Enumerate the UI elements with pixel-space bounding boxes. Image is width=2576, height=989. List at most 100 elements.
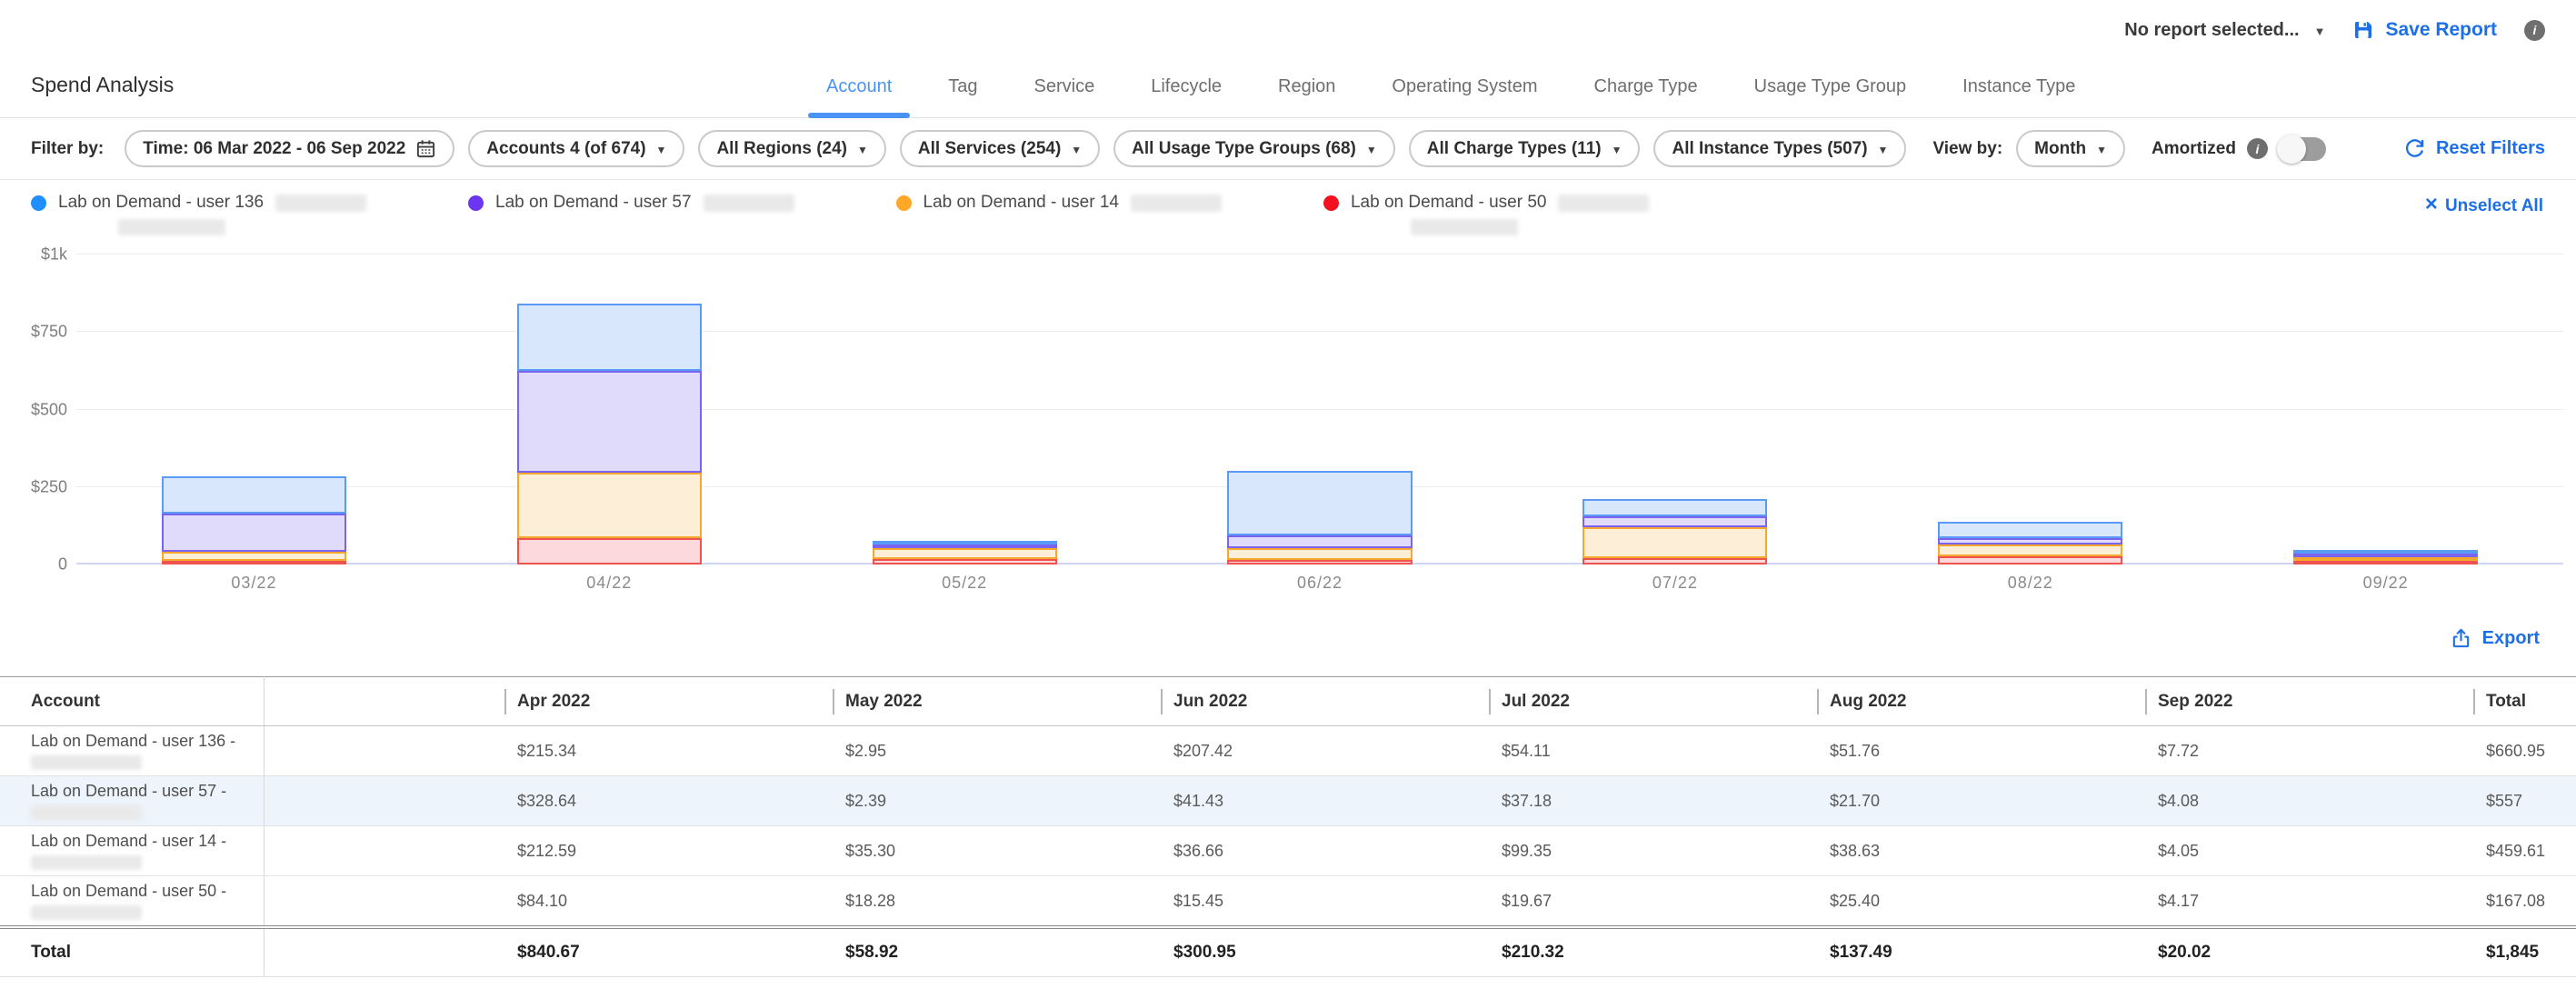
- bar-segment[interactable]: [1227, 548, 1412, 560]
- view-by-select[interactable]: Month: [2016, 130, 2125, 167]
- legend-toggle-user-57[interactable]: Lab on Demand - user 57: [468, 193, 794, 213]
- value-cell: $207.42: [1161, 726, 1489, 776]
- instance-types-filter-value: All Instance Types (507): [1672, 139, 1867, 159]
- table-row[interactable]: Lab on Demand - user 136 - $215.34 $2.95…: [0, 726, 2576, 776]
- bar-segment[interactable]: [162, 561, 346, 564]
- column-header-total[interactable]: Total: [2473, 677, 2576, 726]
- value-cell: $84.10: [504, 876, 833, 928]
- bar-segment[interactable]: [2293, 561, 2478, 564]
- bar-segment[interactable]: [517, 371, 702, 473]
- bar-segment[interactable]: [1227, 471, 1412, 535]
- total-value-cell: $660.95: [2473, 726, 2576, 776]
- unselect-all-button[interactable]: Unselect All: [2425, 196, 2543, 216]
- total-cell: $210.32: [1489, 927, 1817, 976]
- redacted-account-id: [1558, 195, 1649, 212]
- tab-operating-system[interactable]: Operating System: [1388, 76, 1541, 117]
- bar-segment[interactable]: [517, 538, 702, 564]
- bar-segment[interactable]: [1583, 516, 1767, 528]
- report-selector-dropdown[interactable]: No report selected...: [2124, 20, 2325, 41]
- tab-region[interactable]: Region: [1274, 76, 1339, 117]
- stacked-bar[interactable]: [1227, 471, 1412, 564]
- table-row[interactable]: Lab on Demand - user 14 - $212.59 $35.30…: [0, 826, 2576, 876]
- column-header-may[interactable]: May 2022: [833, 677, 1161, 726]
- column-header-apr[interactable]: Apr 2022: [504, 677, 833, 726]
- info-icon[interactable]: [2247, 138, 2268, 159]
- stacked-bar[interactable]: [1938, 522, 2122, 564]
- bar-segment[interactable]: [517, 304, 702, 370]
- tab-charge-type[interactable]: Charge Type: [1591, 76, 1702, 117]
- value-cell: $2.39: [833, 776, 1161, 826]
- bar-segment[interactable]: [162, 552, 346, 561]
- table-row[interactable]: Lab on Demand - user 50 - $84.10 $18.28 …: [0, 876, 2576, 928]
- tab-usage-type-group[interactable]: Usage Type Group: [1751, 76, 1911, 117]
- legend-label: Lab on Demand - user 57: [495, 193, 691, 213]
- tab-tag[interactable]: Tag: [944, 76, 981, 117]
- bar-segment[interactable]: [1227, 535, 1412, 548]
- bar-segment[interactable]: [1938, 556, 2122, 564]
- redacted-account-id: [31, 755, 142, 770]
- legend-toggle-user-50[interactable]: Lab on Demand - user 50: [1323, 193, 1649, 213]
- stacked-bar[interactable]: [162, 476, 346, 564]
- bar-segment[interactable]: [1938, 538, 2122, 544]
- save-report-label: Save Report: [2385, 19, 2497, 41]
- legend-row: Lab on Demand - user 136 Lab on Demand -…: [0, 180, 2576, 240]
- total-value-cell: $167.08: [2473, 876, 2576, 928]
- regions-filter[interactable]: All Regions (24): [698, 130, 885, 167]
- stacked-bar[interactable]: [2293, 550, 2478, 564]
- bar-segment[interactable]: [1938, 544, 2122, 556]
- stacked-bar[interactable]: [1583, 499, 1767, 564]
- time-range-filter[interactable]: Time: 06 Mar 2022 - 06 Sep 2022: [125, 130, 454, 167]
- export-label: Export: [2482, 628, 2540, 649]
- chevron-down-icon: [2314, 20, 2326, 41]
- legend-label: Lab on Demand - user 136: [58, 193, 264, 213]
- charge-types-filter[interactable]: All Charge Types (11): [1409, 130, 1641, 167]
- bar-column: [787, 255, 1143, 564]
- value-cell: $25.40: [1817, 876, 2145, 928]
- accounts-filter[interactable]: Accounts 4 (of 674): [468, 130, 684, 167]
- value-cell: $328.64: [504, 776, 833, 826]
- bar-segment[interactable]: [162, 476, 346, 514]
- legend-toggle-user-136[interactable]: Lab on Demand - user 136: [31, 193, 366, 213]
- services-filter[interactable]: All Services (254): [900, 130, 1100, 167]
- stacked-bar[interactable]: [873, 541, 1057, 564]
- bar-segment[interactable]: [873, 548, 1057, 559]
- column-header-jul[interactable]: Jul 2022: [1489, 677, 1817, 726]
- tab-lifecycle[interactable]: Lifecycle: [1147, 76, 1225, 117]
- bar-segment[interactable]: [1583, 499, 1767, 515]
- column-header-jun[interactable]: Jun 2022: [1161, 677, 1489, 726]
- tab-service[interactable]: Service: [1031, 76, 1099, 117]
- column-divider: [1817, 689, 1819, 714]
- legend-toggle-user-14[interactable]: Lab on Demand - user 14: [896, 193, 1222, 213]
- redacted-account-id: [1131, 195, 1222, 212]
- column-header-account[interactable]: Account: [0, 677, 264, 726]
- tab-instance-type[interactable]: Instance Type: [1959, 76, 2079, 117]
- save-report-button[interactable]: Save Report: [2352, 19, 2497, 41]
- usage-type-groups-filter-value: All Usage Type Groups (68): [1132, 139, 1356, 159]
- bar-segment[interactable]: [162, 514, 346, 552]
- export-row: Export: [0, 614, 2576, 662]
- stacked-bar[interactable]: [517, 304, 702, 564]
- table-total-row: Total $840.67 $58.92 $300.95 $210.32 $13…: [0, 927, 2576, 976]
- reset-filters-button[interactable]: Reset Filters: [2404, 138, 2545, 159]
- column-header-aug[interactable]: Aug 2022: [1817, 677, 2145, 726]
- column-header-sep[interactable]: Sep 2022: [2145, 677, 2473, 726]
- spacer-cell: [264, 927, 504, 976]
- usage-type-groups-filter[interactable]: All Usage Type Groups (68): [1113, 130, 1395, 167]
- bar-segment[interactable]: [1583, 527, 1767, 558]
- bar-segment[interactable]: [517, 473, 702, 538]
- bar-column: [1143, 255, 1498, 564]
- table-row[interactable]: Lab on Demand - user 57 - $328.64 $2.39 …: [0, 776, 2576, 826]
- amortized-toggle[interactable]: [2279, 137, 2326, 161]
- bar-column: [1852, 255, 2208, 564]
- value-cell: $212.59: [504, 826, 833, 876]
- total-cell: $58.92: [833, 927, 1161, 976]
- info-icon[interactable]: [2524, 20, 2545, 41]
- bar-segment[interactable]: [873, 559, 1057, 564]
- export-button[interactable]: Export: [2451, 628, 2540, 649]
- bar-segment[interactable]: [1583, 558, 1767, 564]
- tab-account[interactable]: Account: [823, 76, 895, 117]
- instance-types-filter[interactable]: All Instance Types (507): [1653, 130, 1906, 167]
- bar-segment[interactable]: [1938, 522, 2122, 538]
- view-by-value: Month: [2034, 139, 2086, 159]
- bar-segment[interactable]: [1227, 560, 1412, 564]
